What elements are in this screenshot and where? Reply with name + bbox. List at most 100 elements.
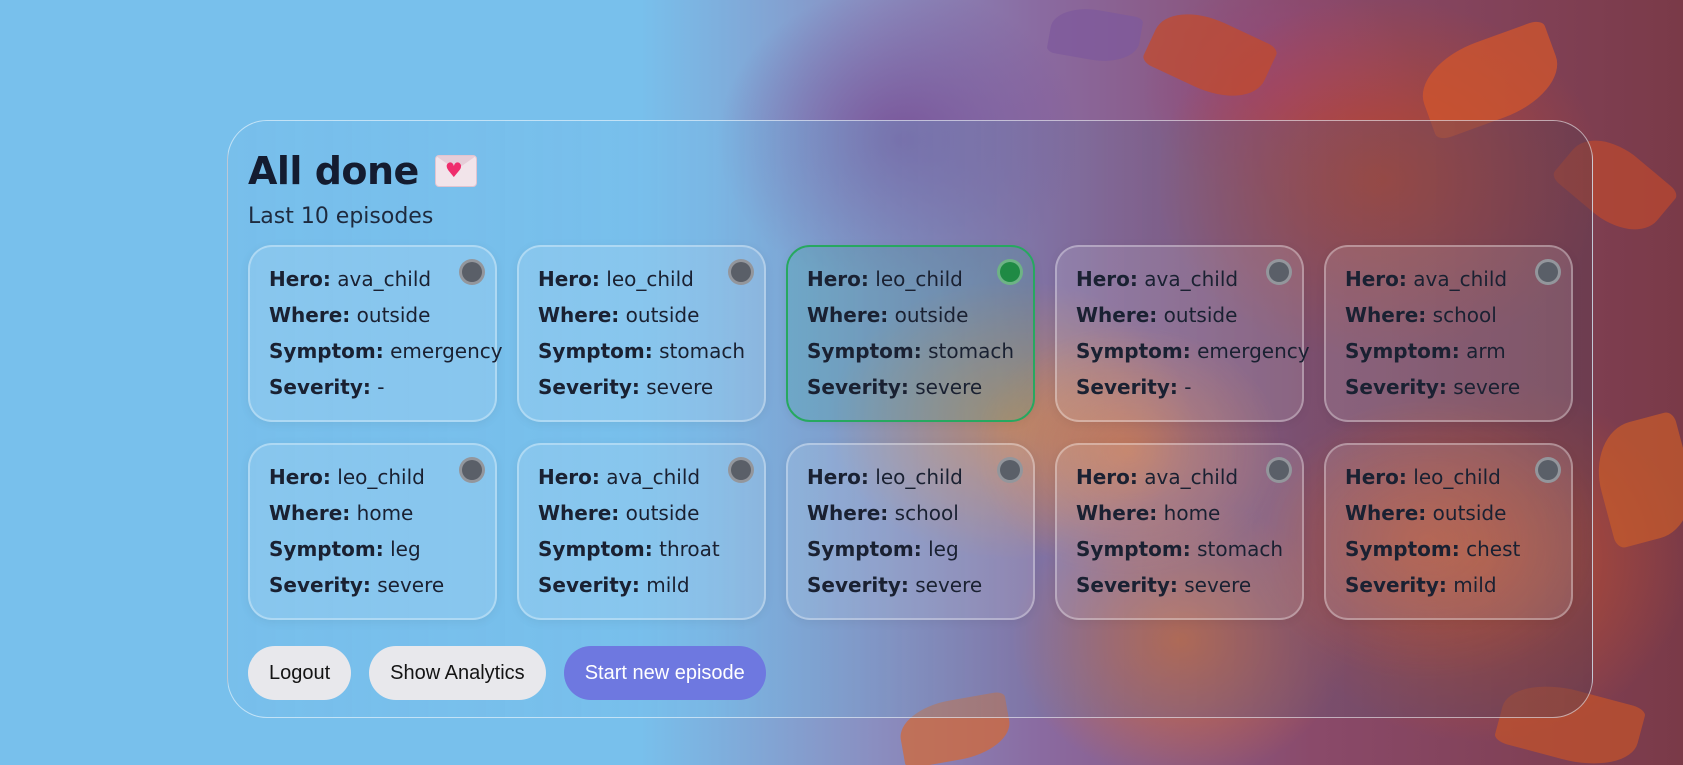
episode-hero-label: Hero:	[807, 465, 869, 489]
episode-card[interactable]: Hero: leo_child Where: outside Symptom: st…	[786, 245, 1035, 422]
episode-where-value: outside	[1432, 501, 1507, 525]
episodes-grid: Hero: ava_child Where: outside Symptom: em…	[248, 245, 1573, 620]
episode-hero-label: Hero:	[1076, 465, 1138, 489]
episode-severity-field: Severity: severe	[807, 375, 1033, 411]
episode-where-field: Where: outside	[807, 303, 1033, 339]
episode-severity-field: Severity: severe	[269, 573, 495, 609]
start-new-episode-button[interactable]: Start new episode	[563, 646, 766, 700]
episode-severity-label: Severity:	[1345, 375, 1447, 399]
episode-where-label: Where:	[1076, 303, 1158, 327]
episode-where-field: Where: home	[269, 501, 495, 537]
episode-symptom-field: Symptom: emergency	[269, 339, 503, 375]
episode-card[interactable]: Hero: ava_child Where: school Symptom: arm…	[1324, 245, 1573, 422]
episode-severity-value: severe	[915, 573, 983, 597]
episode-where-field: Where: outside	[1345, 501, 1571, 537]
status-dot-icon	[1266, 259, 1292, 285]
episode-where-label: Where:	[1076, 501, 1158, 525]
episode-severity-value: severe	[915, 375, 983, 399]
episode-hero-value: leo_child	[337, 465, 425, 489]
episode-where-label: Where:	[269, 501, 351, 525]
page-title: All done	[248, 149, 419, 193]
episode-severity-label: Severity:	[1076, 375, 1178, 399]
show-analytics-button[interactable]: Show Analytics	[369, 646, 546, 700]
episode-where-label: Where:	[538, 303, 620, 327]
episode-symptom-label: Symptom:	[1076, 339, 1191, 363]
status-dot-icon	[459, 457, 485, 483]
episode-where-field: Where: outside	[538, 501, 764, 537]
episode-hero-value: ava_child	[1413, 267, 1508, 291]
episode-severity-value: severe	[1453, 375, 1521, 399]
episode-card[interactable]: Hero: leo_child Where: school Symptom: leg…	[786, 443, 1035, 620]
episode-where-value: school	[894, 501, 959, 525]
episode-severity-field: Severity: severe	[538, 375, 764, 411]
episode-severity-label: Severity:	[269, 375, 371, 399]
episode-symptom-label: Symptom:	[1076, 537, 1191, 561]
episode-hero-value: ava_child	[1144, 267, 1239, 291]
status-dot-icon	[997, 457, 1023, 483]
episode-where-label: Where:	[807, 303, 889, 327]
episode-card[interactable]: Hero: ava_child Where: home Symptom: stoma…	[1055, 443, 1304, 620]
episode-symptom-field: Symptom: leg	[269, 537, 495, 573]
episode-where-value: outside	[625, 501, 700, 525]
episode-where-value: home	[356, 501, 414, 525]
episode-symptom-label: Symptom:	[538, 339, 653, 363]
episode-where-label: Where:	[807, 501, 889, 525]
episode-hero-value: ava_child	[1144, 465, 1239, 489]
episode-where-label: Where:	[538, 501, 620, 525]
episode-severity-field: Severity: severe	[1345, 375, 1571, 411]
episode-hero-label: Hero:	[1345, 267, 1407, 291]
episode-symptom-field: Symptom: chest	[1345, 537, 1571, 573]
episode-symptom-field: Symptom: throat	[538, 537, 764, 573]
episode-severity-field: Severity: mild	[538, 573, 764, 609]
episode-card[interactable]: Hero: ava_child Where: outside Symptom: em…	[248, 245, 503, 422]
episode-card[interactable]: Hero: ava_child Where: outside Symptom: em…	[1055, 245, 1310, 422]
episode-symptom-value: stomach	[1197, 537, 1284, 561]
episode-severity-label: Severity:	[269, 573, 371, 597]
episode-hero-value: ava_child	[337, 267, 432, 291]
status-dot-icon	[1535, 457, 1561, 483]
episode-severity-value: mild	[646, 573, 690, 597]
episode-where-label: Where:	[1345, 303, 1427, 327]
status-dot-icon	[728, 259, 754, 285]
episode-symptom-value: arm	[1466, 339, 1506, 363]
episode-card[interactable]: Hero: ava_child Where: outside Symptom: th…	[517, 443, 766, 620]
episode-severity-field: Severity: mild	[1345, 573, 1571, 609]
episode-card[interactable]: Hero: leo_child Where: home Symptom: leg Se…	[248, 443, 497, 620]
episode-symptom-label: Symptom:	[269, 339, 384, 363]
episode-symptom-label: Symptom:	[807, 339, 922, 363]
episode-hero-value: leo_child	[606, 267, 694, 291]
episode-severity-value: severe	[1184, 573, 1252, 597]
status-dot-icon	[997, 259, 1023, 285]
episode-where-value: outside	[356, 303, 431, 327]
action-buttons: Logout Show Analytics Start new episode	[248, 646, 766, 700]
episode-hero-label: Hero:	[269, 465, 331, 489]
episode-where-label: Where:	[1345, 501, 1427, 525]
episode-card[interactable]: Hero: leo_child Where: outside Symptom: st…	[517, 245, 766, 422]
episode-hero-label: Hero:	[1345, 465, 1407, 489]
title-row: All done ♥	[248, 149, 477, 193]
episode-hero-label: Hero:	[807, 267, 869, 291]
episode-hero-label: Hero:	[1076, 267, 1138, 291]
episode-symptom-value: throat	[659, 537, 720, 561]
episode-where-value: outside	[625, 303, 700, 327]
episode-symptom-field: Symptom: stomach	[538, 339, 764, 375]
episode-symptom-value: chest	[1466, 537, 1521, 561]
episode-hero-value: leo_child	[1413, 465, 1501, 489]
episode-where-label: Where:	[269, 303, 351, 327]
episode-symptom-value: emergency	[1197, 339, 1310, 363]
episode-severity-value: -	[377, 375, 385, 399]
episode-where-field: Where: outside	[1076, 303, 1302, 339]
episode-symptom-label: Symptom:	[269, 537, 384, 561]
episode-where-field: Where: outside	[269, 303, 495, 339]
episode-severity-label: Severity:	[807, 573, 909, 597]
logout-button[interactable]: Logout	[248, 646, 352, 700]
episode-where-field: Where: school	[807, 501, 1033, 537]
episode-severity-label: Severity:	[538, 573, 640, 597]
episode-severity-field: Severity: severe	[1076, 573, 1302, 609]
episode-card[interactable]: Hero: leo_child Where: outside Symptom: ch…	[1324, 443, 1573, 620]
episode-where-field: Where: outside	[538, 303, 764, 339]
episode-severity-field: Severity: -	[269, 375, 495, 411]
episode-severity-field: Severity: -	[1076, 375, 1302, 411]
episode-symptom-field: Symptom: stomach	[807, 339, 1033, 375]
episodes-panel: All done ♥ Last 10 episodes Hero: ava_ch…	[227, 120, 1593, 718]
